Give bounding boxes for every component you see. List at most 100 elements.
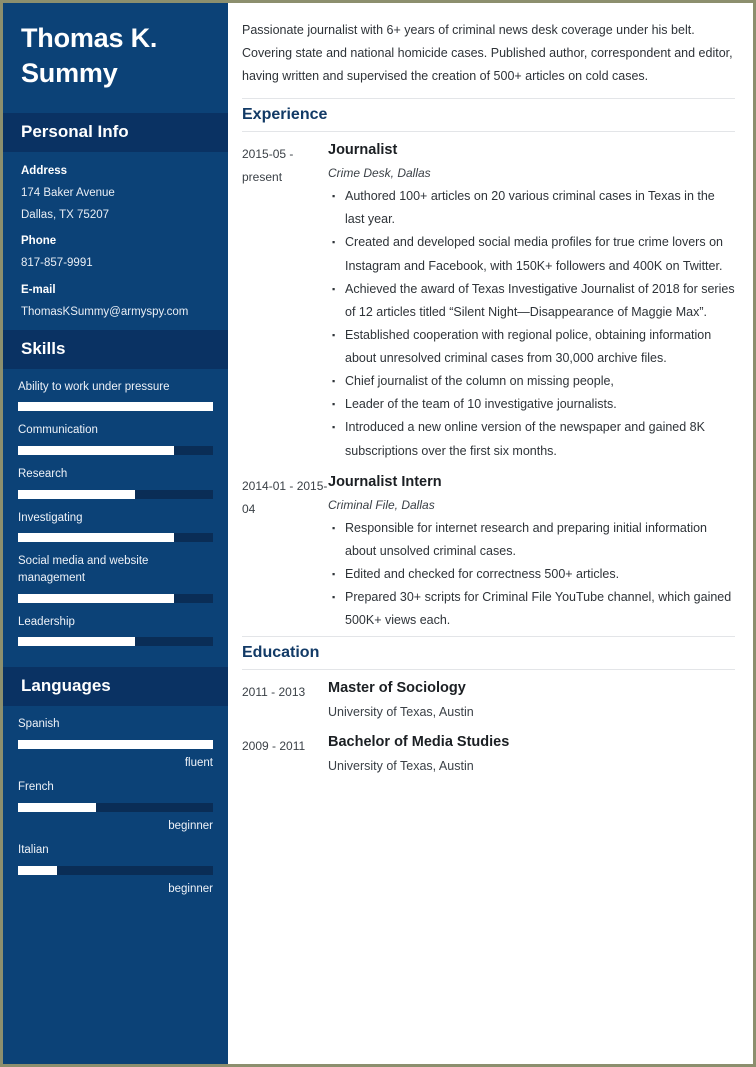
- skill-bar-fill: [18, 637, 135, 647]
- experience-bullet-list: Authored 100+ articles on 20 various cri…: [328, 185, 735, 463]
- education-section: Education 2011 - 2013 Master of Sociology…: [242, 636, 735, 776]
- skill-label: Communication: [18, 424, 98, 437]
- experience-bullet: Leader of the team of 10 investigative j…: [332, 393, 735, 416]
- experience-bullet: Achieved the award of Texas Investigativ…: [332, 278, 735, 324]
- experience-entry: 2015-05 - present Journalist Crime Desk, D…: [242, 141, 735, 462]
- skill-item: Communication: [18, 422, 213, 456]
- experience-bullet: Edited and checked for correctness 500+ …: [332, 563, 735, 586]
- skill-item: Investigating: [18, 510, 213, 543]
- personal-info-field-label: Phone: [21, 235, 57, 248]
- skill-bar-track: [18, 446, 213, 456]
- name-block: Thomas K. Summy: [3, 3, 228, 113]
- personal-info-field-value: 174 Baker Avenue: [21, 187, 115, 200]
- education-entry: 2011 - 2013 Master of Sociology University…: [242, 679, 735, 722]
- education-entry-date: 2009 - 2011: [242, 739, 306, 754]
- skill-bar-track: [18, 593, 213, 603]
- experience-entry-date: 2014-01 - 2015-04: [242, 478, 328, 516]
- language-bar-fill: [18, 740, 213, 750]
- experience-section: Experience 2015-05 - present Journalist Cr…: [242, 98, 735, 632]
- languages-heading-band: Languages: [3, 667, 228, 707]
- experience-entry-employer: Crime Desk, Dallas: [328, 166, 431, 181]
- skill-label: Research: [18, 468, 68, 481]
- resume-page: Thomas K. Summy Personal Info Address 174…: [0, 0, 756, 1067]
- language-bar-fill: [18, 802, 96, 812]
- language-label: Spanish: [18, 718, 60, 731]
- education-entry-degree: Bachelor of Media Studies: [328, 734, 510, 751]
- languages-body: Spanish fluent French beginner Italian beginn…: [3, 706, 228, 914]
- education-entry-school: University of Texas, Austin: [328, 758, 474, 773]
- professional-summary: Passionate journalist with 6+ years of c…: [242, 23, 733, 84]
- experience-bullet-list: Responsible for internet research and pr…: [328, 517, 735, 633]
- language-label: Italian: [18, 843, 49, 856]
- language-bar-track: [18, 865, 213, 875]
- education-entries: 2011 - 2013 Master of Sociology University…: [242, 670, 735, 776]
- language-bar-fill: [18, 865, 57, 875]
- skill-label: Leadership: [18, 615, 75, 628]
- skill-item: Leadership: [18, 614, 213, 647]
- personal-info-field-value: Dallas, TX 75207: [21, 208, 110, 221]
- education-heading: Education: [242, 636, 735, 671]
- language-label: French: [18, 781, 54, 794]
- languages-heading: Languages: [21, 676, 111, 696]
- skill-item: Social media and website management: [18, 553, 213, 603]
- skill-item: Research: [18, 466, 213, 499]
- language-bar-track: [18, 740, 213, 750]
- education-entry-body: Master of Sociology University of Texas, …: [328, 679, 735, 722]
- personal-info-field-value: ThomasKSummy@armyspy.com: [21, 306, 189, 319]
- skill-bar-fill: [18, 402, 213, 412]
- experience-heading: Experience: [242, 98, 735, 133]
- skill-label: Social media and website management: [18, 555, 149, 585]
- personal-info-field-label: E-mail: [21, 284, 56, 297]
- personal-info-heading: Personal Info: [21, 122, 129, 142]
- skill-bar-fill: [18, 593, 174, 603]
- skills-list: Ability to work under pressure Communicat…: [18, 379, 213, 647]
- main-content: Passionate journalist with 6+ years of c…: [228, 3, 753, 1064]
- experience-entry-employer: Criminal File, Dallas: [328, 497, 435, 512]
- experience-bullet: Chief journalist of the column on missin…: [332, 370, 735, 393]
- skill-bar-fill: [18, 533, 174, 543]
- experience-entry: 2014-01 - 2015-04 Journalist Intern Crimin…: [242, 473, 735, 632]
- skill-label: Ability to work under pressure: [18, 380, 170, 393]
- education-entry-degree: Master of Sociology: [328, 680, 466, 697]
- language-item: Italian beginner: [18, 842, 213, 897]
- skills-body: Ability to work under pressure Communicat…: [3, 369, 228, 668]
- experience-bullet: Created and developed social media profi…: [332, 231, 735, 277]
- language-proficiency: beginner: [168, 882, 213, 895]
- personal-info-field: E-mail ThomasKSummy@armyspy.com: [21, 283, 210, 321]
- skill-bar-track: [18, 533, 213, 543]
- personal-info-field-label: Address: [21, 165, 68, 178]
- education-entry-body: Bachelor of Media Studies University of T…: [328, 733, 735, 776]
- personal-info-field-value: 817-857-9991: [21, 257, 93, 270]
- candidate-name: Thomas K. Summy: [21, 23, 158, 89]
- language-item: Spanish fluent: [18, 716, 213, 771]
- skills-heading-band: Skills: [3, 329, 228, 369]
- education-entry: 2009 - 2011 Bachelor of Media Studies Univ…: [242, 733, 735, 776]
- skill-label: Investigating: [18, 511, 83, 524]
- experience-bullet: Introduced a new online version of the n…: [332, 416, 735, 462]
- skill-bar-track: [18, 402, 213, 412]
- education-entry-school: University of Texas, Austin: [328, 705, 474, 720]
- experience-entry-date: 2015-05 - present: [242, 147, 294, 185]
- languages-list: Spanish fluent French beginner Italian beginn…: [18, 716, 213, 896]
- experience-entries: 2015-05 - present Journalist Crime Desk, D…: [242, 132, 735, 632]
- experience-bullet: Established cooperation with regional po…: [332, 324, 735, 370]
- sidebar: Thomas K. Summy Personal Info Address 174…: [3, 3, 228, 1064]
- experience-entry-body: Journalist Crime Desk, Dallas Authored 100…: [328, 141, 735, 462]
- language-bar-track: [18, 802, 213, 812]
- experience-entry-body: Journalist Intern Criminal File, Dallas Re…: [328, 473, 735, 632]
- skill-bar-fill: [18, 489, 135, 499]
- experience-entry-title: Journalist Intern: [328, 473, 442, 490]
- personal-info-fields: Address 174 Baker Avenue Dallas, TX 75207 P…: [21, 164, 210, 321]
- experience-bullet: Authored 100+ articles on 20 various cri…: [332, 185, 735, 231]
- skill-item: Ability to work under pressure: [18, 379, 213, 412]
- language-proficiency: beginner: [168, 819, 213, 832]
- skill-bar-track: [18, 489, 213, 499]
- experience-bullet: Prepared 30+ scripts for Criminal File Y…: [332, 586, 735, 632]
- skill-bar-track: [18, 637, 213, 647]
- personal-info-field: Phone 817-857-9991: [21, 234, 210, 272]
- education-entry-date: 2011 - 2013: [242, 685, 306, 700]
- personal-info-field: Address 174 Baker Avenue Dallas, TX 75207: [21, 164, 210, 223]
- skills-heading: Skills: [21, 338, 66, 358]
- language-item: French beginner: [18, 779, 213, 834]
- personal-info-body: Address 174 Baker Avenue Dallas, TX 75207 P…: [3, 152, 228, 330]
